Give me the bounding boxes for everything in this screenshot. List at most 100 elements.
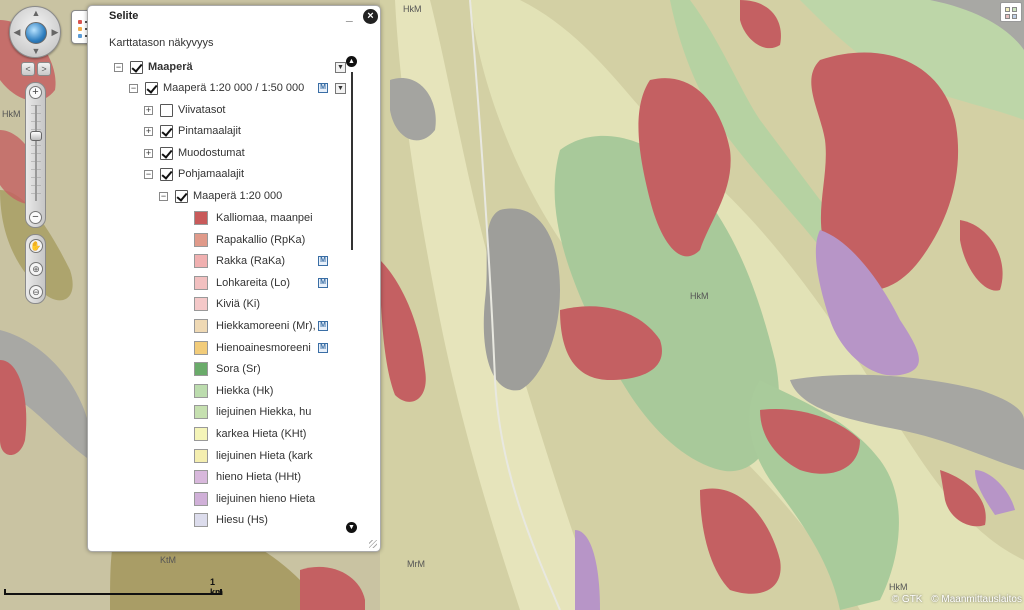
legend-panel: Selite _ × Karttatason näkyvyys − Maaper… bbox=[87, 5, 381, 552]
tree-row-pohjamaalajit[interactable]: − Pohjamaalajit bbox=[144, 164, 244, 184]
close-button[interactable]: × bbox=[363, 9, 378, 24]
layer-checkbox[interactable] bbox=[160, 167, 173, 181]
copyright-mml[interactable]: © Maanmittauslaitos bbox=[931, 594, 1022, 605]
legend-label: Hiekka (Hk) bbox=[216, 384, 274, 397]
tree-label: Viivatasot bbox=[178, 104, 226, 116]
minimize-button[interactable]: _ bbox=[346, 10, 356, 22]
panel-header[interactable]: Selite _ × bbox=[88, 6, 380, 28]
legend-item: liejuinen Hiekka, hu bbox=[194, 402, 311, 422]
legend-dot-icon bbox=[78, 20, 82, 24]
zoom-track[interactable] bbox=[35, 105, 37, 201]
legend-swatch bbox=[194, 319, 208, 333]
zoom-out-button[interactable]: − bbox=[29, 211, 42, 224]
legend-label: Hiesu (Hs) bbox=[216, 514, 268, 527]
dropdown-icon[interactable]: ▼ bbox=[335, 62, 346, 73]
legend-swatch bbox=[194, 232, 208, 247]
legend-label: Sora (Sr) bbox=[216, 363, 261, 376]
resize-handle[interactable] bbox=[369, 540, 377, 548]
legend-swatch bbox=[194, 275, 208, 290]
legend-item: Kalliomaa, maanpei bbox=[194, 208, 313, 228]
legend-label: liejuinen hieno Hieta bbox=[216, 492, 316, 505]
metadata-icon[interactable]: M bbox=[318, 342, 328, 353]
copyright: © GTK © Maanmittauslaitos bbox=[886, 594, 1022, 605]
tree-row-muodostumat[interactable]: + Muodostumat bbox=[144, 143, 245, 163]
legend-swatch bbox=[194, 470, 208, 485]
zoom-in-button[interactable]: + bbox=[29, 86, 42, 99]
legend-swatch bbox=[194, 340, 208, 355]
legend-item: Kiviä (Ki) bbox=[194, 294, 260, 314]
legend-swatch bbox=[194, 405, 208, 420]
legend-item: liejuinen Hieta (kark bbox=[194, 446, 313, 466]
map-label-2: HkM bbox=[690, 291, 709, 301]
legend-label: Hiekkamoreeni (Mr), bbox=[216, 320, 316, 332]
pan-down-icon[interactable]: ▼ bbox=[31, 47, 41, 56]
legend-item: Rapakallio (RpKa) bbox=[194, 230, 305, 250]
tree-row-pintamaalajit[interactable]: + Pintamaalajit bbox=[144, 121, 241, 141]
legend-item: Sora (Sr) bbox=[194, 359, 261, 379]
legend-item: Hiekka (Hk) bbox=[194, 381, 273, 401]
pan-up-icon[interactable]: ▲ bbox=[31, 9, 41, 18]
legend-item: Hiesu (Hs) bbox=[194, 510, 268, 530]
metadata-icon[interactable]: M bbox=[318, 277, 328, 288]
zoom-in-tool-icon[interactable]: ⊕ bbox=[29, 262, 43, 276]
layer-checkbox[interactable] bbox=[160, 146, 173, 160]
scale-bar: 1 km bbox=[2, 577, 224, 599]
metadata-icon[interactable]: M bbox=[318, 321, 328, 331]
layer-switcher-button[interactable] bbox=[1000, 2, 1022, 22]
copyright-gtk[interactable]: © GTK bbox=[892, 594, 923, 605]
legend-item: karkea Hieta (KHt) bbox=[194, 424, 306, 444]
scrollbar-thumb[interactable] bbox=[351, 72, 353, 250]
tree-row-group[interactable]: − Maaperä 1:20 000 / 1:50 000 bbox=[129, 78, 304, 98]
pan-control[interactable]: ▲ ▼ ◀ ▶ bbox=[9, 6, 61, 58]
metadata-icon[interactable]: M bbox=[318, 256, 328, 267]
tree-row-viivatasot[interactable]: + Viivatasot bbox=[144, 100, 226, 120]
legend-label: karkea Hieta (KHt) bbox=[216, 428, 307, 440]
legend-label: liejuinen Hiekka, hu bbox=[216, 406, 312, 419]
zoom-handle[interactable] bbox=[30, 131, 42, 141]
expand-icon[interactable]: + bbox=[144, 105, 153, 115]
legend-dot-icon bbox=[78, 27, 82, 31]
layer-tree: − Maaperä ▼ − Maaperä 1:20 000 / 1:50 00… bbox=[88, 54, 346, 534]
layer-icon bbox=[1012, 7, 1017, 12]
scroll-down-button[interactable]: ▼ bbox=[346, 522, 357, 533]
layer-checkbox[interactable] bbox=[160, 124, 173, 138]
collapse-icon[interactable]: − bbox=[159, 191, 168, 201]
zoom-out-tool-icon[interactable]: ⊖ bbox=[29, 285, 43, 299]
collapse-icon[interactable]: − bbox=[129, 83, 138, 93]
legend-swatch bbox=[194, 211, 208, 225]
layer-checkbox[interactable] bbox=[130, 60, 143, 74]
tree-label: Maaperä bbox=[148, 61, 193, 73]
map-label-1: HkM bbox=[403, 4, 422, 14]
legend-item: Lohkareita (Lo) bbox=[194, 273, 290, 293]
zoom-slider[interactable]: + − bbox=[25, 82, 46, 228]
layer-icon bbox=[1012, 14, 1017, 19]
layer-checkbox[interactable] bbox=[160, 103, 173, 117]
pan-hand-icon[interactable]: ✋ bbox=[29, 239, 43, 253]
dropdown-icon[interactable]: ▼ bbox=[335, 83, 346, 94]
rotate-left-button[interactable]: < bbox=[21, 62, 35, 76]
rotate-right-button[interactable]: > bbox=[37, 62, 51, 76]
legend-label: Hienoainesmoreeni bbox=[216, 341, 311, 354]
legend-swatch bbox=[194, 362, 208, 377]
legend-swatch bbox=[194, 254, 208, 269]
scroll-up-button[interactable]: ▲ bbox=[346, 56, 357, 67]
layer-checkbox[interactable] bbox=[145, 81, 158, 95]
tree-label: Pintamaalajit bbox=[178, 125, 241, 137]
collapse-icon[interactable]: − bbox=[144, 169, 153, 179]
map-label-6: KtM bbox=[160, 555, 176, 565]
pan-right-icon[interactable]: ▶ bbox=[50, 28, 60, 37]
legend-item: Hienoainesmoreeni bbox=[194, 338, 311, 358]
globe-icon[interactable] bbox=[25, 22, 47, 44]
legend-label: Kalliomaa, maanpei bbox=[216, 212, 313, 224]
tree-row-root[interactable]: − Maaperä bbox=[114, 57, 193, 77]
map-label-4: MrM bbox=[407, 559, 425, 569]
layer-checkbox[interactable] bbox=[175, 189, 188, 203]
legend-label: liejuinen Hieta (kark bbox=[216, 449, 313, 462]
metadata-icon[interactable]: M bbox=[318, 83, 328, 93]
collapse-icon[interactable]: − bbox=[114, 62, 123, 72]
expand-icon[interactable]: + bbox=[144, 148, 153, 158]
tree-row-subgroup[interactable]: − Maaperä 1:20 000 bbox=[159, 186, 282, 206]
legend-swatch bbox=[194, 448, 208, 463]
expand-icon[interactable]: + bbox=[144, 126, 153, 136]
pan-left-icon[interactable]: ◀ bbox=[12, 28, 22, 37]
